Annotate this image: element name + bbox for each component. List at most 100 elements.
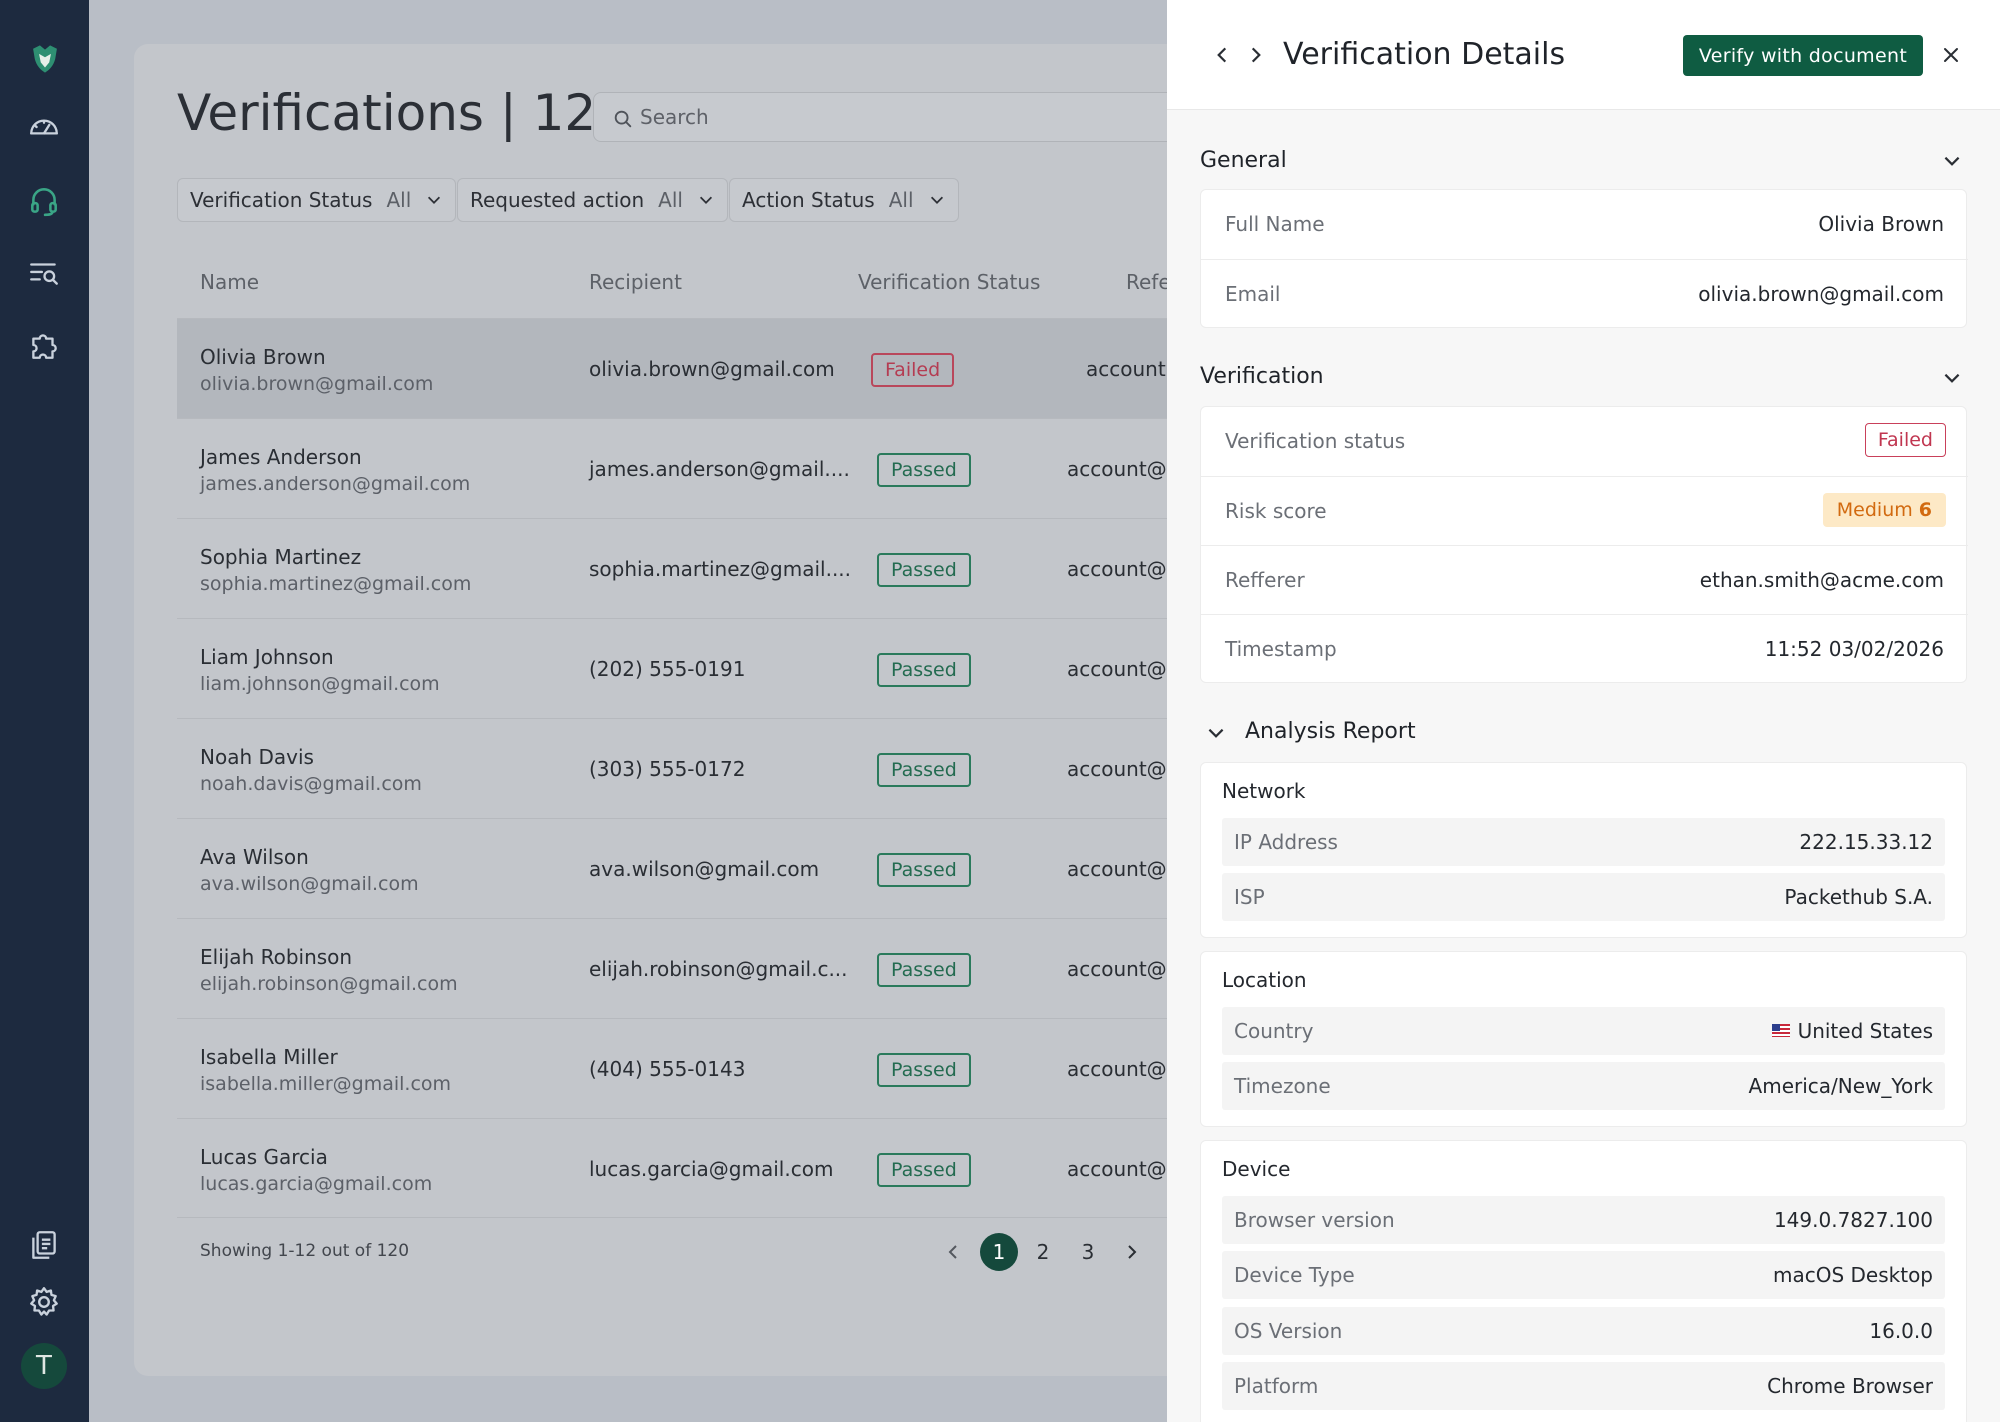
row-name: Isabella Miller — [200, 1045, 338, 1069]
row-name: Ava Wilson — [200, 845, 309, 869]
row-referrer: account@a — [1067, 557, 1179, 581]
table-row[interactable]: Elijah Robinson elijah.robinson@gmail.co… — [177, 918, 1179, 1018]
table-row[interactable]: Sophia Martinez sophia.martinez@gmail.co… — [177, 518, 1179, 618]
table-row[interactable]: Noah Davis noah.davis@gmail.com (303) 55… — [177, 718, 1179, 818]
row-name: Olivia Brown — [200, 345, 326, 369]
page-button-1[interactable]: 1 — [980, 1233, 1018, 1271]
chevron-left-icon — [948, 1245, 957, 1259]
verification-panel: Verification status Failed Risk score Me… — [1200, 406, 1968, 683]
filter-value: All — [386, 188, 412, 212]
verify-with-document-button[interactable]: Verify with document — [1683, 35, 1923, 76]
filter-value: All — [658, 188, 683, 212]
status-badge: Passed — [877, 453, 971, 487]
row-email: isabella.miller@gmail.com — [200, 1073, 452, 1095]
detail-value: 16.0.0 — [1869, 1319, 1933, 1343]
row-recipient: elijah.robinson@gmail.c... — [589, 957, 848, 981]
section-general-title[interactable]: General — [1200, 148, 1287, 173]
detail-value: ethan.smith@acme.com — [1699, 568, 1944, 592]
row-referrer: account@a — [1067, 957, 1179, 981]
gear-icon[interactable] — [25, 1283, 63, 1321]
detail-row: Country United States — [1222, 1007, 1945, 1055]
puzzle-icon[interactable] — [25, 326, 63, 364]
detail-row: Timestamp 11:52 03/02/2026 — [1201, 614, 1968, 683]
filter-value: All — [888, 188, 914, 212]
filter-label: Requested action — [470, 188, 645, 212]
chevron-down-icon — [930, 196, 943, 204]
table-row[interactable]: Isabella Miller isabella.miller@gmail.co… — [177, 1018, 1179, 1118]
filter-verification-status[interactable]: Verification Status All — [177, 178, 457, 222]
row-email: olivia.brown@gmail.com — [200, 373, 434, 395]
previous-record-button[interactable] — [1207, 40, 1237, 70]
status-badge: Passed — [877, 953, 971, 987]
row-recipient: lucas.garcia@gmail.com — [589, 1157, 834, 1181]
page-button-2[interactable]: 2 — [1024, 1233, 1062, 1271]
close-icon — [1944, 48, 1958, 62]
row-email: noah.davis@gmail.com — [200, 773, 422, 795]
logo-icon[interactable] — [22, 36, 68, 82]
column-header-recipient[interactable]: Recipient — [589, 270, 682, 294]
section-analysis-report-title[interactable]: Analysis Report — [1245, 719, 1416, 744]
page-button-3[interactable]: 3 — [1069, 1233, 1107, 1271]
table-row[interactable]: Lucas Garcia lucas.garcia@gmail.com luca… — [177, 1118, 1179, 1218]
country-name: United States — [1797, 1019, 1933, 1043]
subsection-title: Location — [1222, 968, 1307, 992]
row-recipient: (404) 555-0143 — [589, 1057, 746, 1081]
drawer-title: Verification Details — [1283, 37, 1566, 72]
row-email: james.anderson@gmail.com — [200, 473, 471, 495]
detail-label: Risk score — [1225, 499, 1327, 523]
detail-label: Email — [1225, 282, 1281, 306]
close-drawer-button[interactable] — [1937, 41, 1965, 69]
verification-details-drawer: Verification Details Verify with documen… — [1167, 0, 2000, 1422]
row-email: ava.wilson@gmail.com — [200, 873, 419, 895]
avatar[interactable]: T — [21, 1343, 67, 1389]
row-recipient: (303) 555-0172 — [589, 757, 746, 781]
row-email: sophia.martinez@gmail.com — [200, 573, 472, 595]
documents-icon[interactable] — [25, 1226, 63, 1264]
chevron-down-icon[interactable] — [1205, 722, 1227, 744]
detail-row: Email olivia.brown@gmail.com — [1201, 259, 1968, 328]
headset-icon[interactable] — [25, 182, 63, 220]
detail-label: Refferer — [1225, 568, 1305, 592]
status-badge: Passed — [877, 853, 971, 887]
chevron-down-icon[interactable] — [1941, 150, 1963, 172]
detail-value: macOS Desktop — [1772, 1263, 1933, 1287]
sidebar: T — [0, 0, 89, 1422]
detail-label: Device Type — [1234, 1263, 1355, 1287]
chevron-down-icon — [428, 196, 441, 204]
search-input[interactable] — [640, 93, 1140, 141]
filter-requested-action[interactable]: Requested action All — [457, 178, 728, 222]
row-name: Elijah Robinson — [200, 945, 353, 969]
table-row[interactable]: Ava Wilson ava.wilson@gmail.com ava.wils… — [177, 818, 1179, 918]
search-box[interactable] — [593, 92, 1193, 142]
next-record-button[interactable] — [1241, 40, 1271, 70]
row-referrer: account( — [1086, 357, 1174, 381]
filter-label: Verification Status — [190, 188, 373, 212]
drawer-header: Verification Details Verify with documen… — [1167, 0, 2000, 110]
chevron-down-icon[interactable] — [1941, 367, 1963, 389]
column-header-name[interactable]: Name — [200, 270, 259, 294]
status-badge: Passed — [877, 553, 971, 587]
chevron-left-icon — [1217, 47, 1227, 63]
pagination-prev-button[interactable] — [934, 1233, 972, 1271]
table-row[interactable]: Liam Johnson liam.johnson@gmail.com (202… — [177, 618, 1179, 718]
risk-value: 6 — [1918, 499, 1932, 521]
detail-value: Chrome Browser — [1767, 1374, 1933, 1398]
row-name: Sophia Martinez — [200, 545, 362, 569]
section-verification-title[interactable]: Verification — [1200, 364, 1324, 389]
row-recipient: (202) 555-0191 — [589, 657, 746, 681]
detail-label: Verification status — [1225, 429, 1406, 453]
table-row[interactable]: Olivia Brown olivia.brown@gmail.com oliv… — [177, 318, 1177, 418]
page-title: Verifications | 120 — [177, 84, 629, 142]
column-header-verification-status[interactable]: Verification Status — [858, 270, 1040, 294]
table-row[interactable]: James Anderson james.anderson@gmail.com … — [177, 418, 1179, 518]
column-header-referrer[interactable]: Refe — [1126, 270, 1171, 294]
detail-value: olivia.brown@gmail.com — [1698, 282, 1944, 306]
dashboard-gauge-icon[interactable] — [25, 108, 63, 146]
filter-action-status[interactable]: Action Status All — [729, 178, 959, 222]
detail-value: Packethub S.A. — [1784, 885, 1933, 909]
list-search-icon[interactable] — [25, 254, 63, 292]
status-badge: Failed — [1864, 423, 1946, 457]
status-badge: Failed — [871, 353, 955, 387]
pagination-next-button[interactable] — [1113, 1233, 1151, 1271]
device-panel: Device Browser version 149.0.7827.100 De… — [1200, 1140, 1967, 1422]
